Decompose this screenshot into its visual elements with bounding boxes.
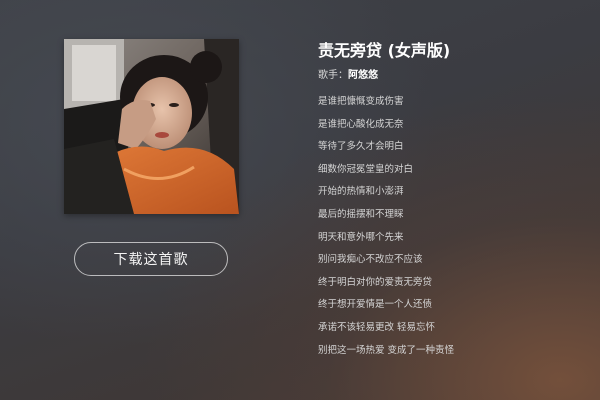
album-cover [64,39,239,214]
lyric-line: 别把这一场热爱 变成了一种责怪 [318,344,455,356]
lyric-line: 终于想开爱情是一个人还债 [318,299,433,311]
lyric-line: 是谁把慷慨变成伤害 [318,96,404,107]
lyric-line: 明天和意外哪个先来 [318,231,404,243]
lyric-line: 别问我痴心不改应不应该 [318,254,423,266]
lyric-line: 承诺不该轻易更改 轻易忘怀 [318,321,436,333]
lyric-line: 开始的热情和小澎湃 [318,186,404,198]
lyric-line: 等待了多久才会明白 [318,141,404,153]
singer-label: 歌手： [318,70,348,81]
singer-name: 阿悠悠 [348,70,378,81]
song-title: 责无旁贷 (女声版) [318,41,451,60]
download-song-button[interactable]: 下载这首歌 [74,242,228,276]
download-button-label: 下载这首歌 [113,252,189,268]
lyric-line: 是谁把心酸化成无奈 [318,118,404,130]
lyric-line: 细数你冠冕堂皇的对白 [318,163,414,175]
album-cover-art [64,39,239,214]
lyric-line: 最后的摇摆和不理睬 [318,208,404,220]
lyric-line: 终于明白对你的爱责无旁贷 [318,276,433,288]
singer-row: 歌手：阿悠悠 [318,66,378,81]
lyrics-list: 是谁把慷慨变成伤害 是谁把心酸化成无奈 等待了多久才会明白 细数你冠冕堂皇的对白… [318,96,454,367]
